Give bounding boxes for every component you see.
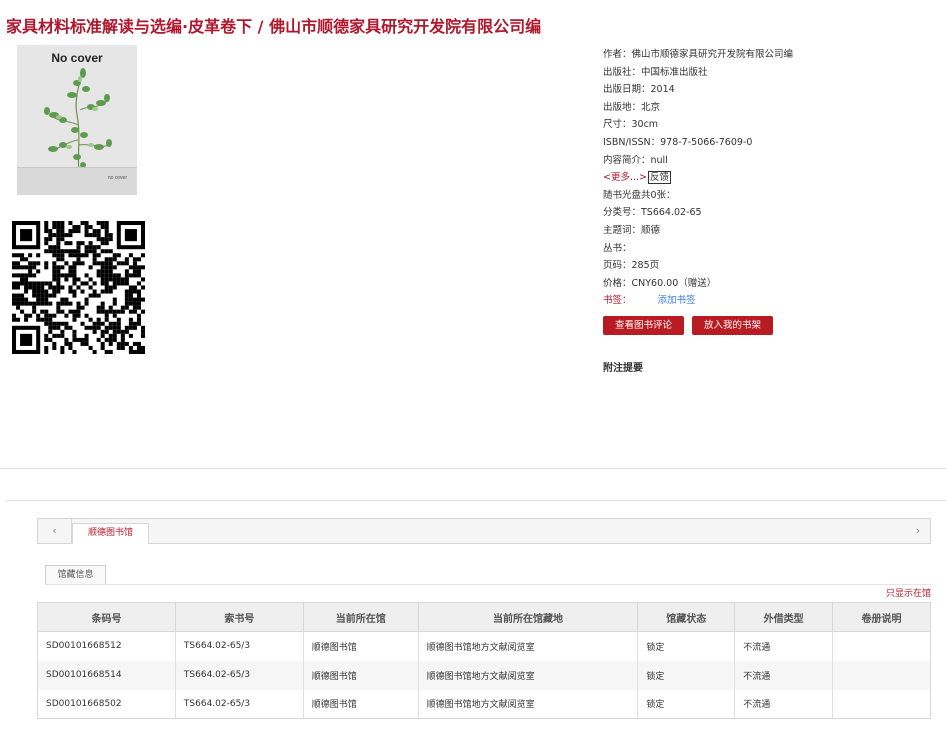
- location-cell: 顺德图书馆地方文献阅览室: [418, 689, 639, 719]
- tab-holdings-info[interactable]: 馆藏信息: [45, 565, 106, 585]
- add-bookmark-link[interactable]: 添加书签: [658, 295, 696, 306]
- status-cell: 锁定: [637, 631, 736, 661]
- barcode-cell: SD00101668502: [37, 689, 176, 719]
- add-to-shelf-button[interactable]: 放入我的书架: [692, 316, 773, 335]
- call-number-cell: TS664.02-65/3: [175, 660, 304, 690]
- location-cell: 顺德图书馆地方文献阅览室: [418, 660, 639, 690]
- meta-series: 丛书：: [603, 242, 632, 254]
- column-header: 卷册说明: [832, 602, 931, 632]
- cover-band: [17, 167, 137, 195]
- meta-more-row: <更多...> 反馈: [603, 169, 943, 187]
- divider: [6, 500, 946, 501]
- status-cell: 锁定: [637, 689, 736, 719]
- column-header: 当前所在馆: [302, 602, 419, 632]
- meta-disc: 随书光盘共0张：: [603, 189, 676, 201]
- tab-scroll-left-icon[interactable]: ‹: [38, 519, 72, 543]
- volume-note-cell: [832, 689, 931, 719]
- meta-publisher: 出版社：中国标准出版社: [603, 66, 708, 78]
- meta-class-no: 分类号：TS664.02-65: [603, 207, 702, 219]
- loan-type-cell: 不流通: [734, 631, 834, 661]
- volume-note-cell: [832, 631, 931, 661]
- library-tab-bar: ‹ 顺德图书馆 ›: [37, 518, 931, 544]
- view-reviews-button[interactable]: 查看图书评论: [603, 316, 684, 335]
- holdings-panel: 馆藏信息 只显示在馆 条码号 索书号 当前所在馆 当前所在馆藏地 馆藏状态 外借…: [37, 544, 931, 729]
- meta-isbn: ISBN/ISSN：978-7-5066-7609-0: [603, 136, 753, 148]
- status-cell: 锁定: [637, 660, 736, 690]
- call-number-cell: TS664.02-65/3: [175, 631, 304, 661]
- meta-price: 价格：CNY60.00（赠送）: [603, 277, 717, 289]
- table-row: SD00101668502 TS664.02-65/3 顺德图书馆 顺德图书馆地…: [37, 689, 931, 719]
- table-header-row: 条码号 索书号 当前所在馆 当前所在馆藏地 馆藏状态 外借类型 卷册说明: [37, 602, 931, 632]
- divider: [45, 584, 931, 585]
- loan-type-cell: 不流通: [734, 689, 834, 719]
- meta-author: 作者：佛山市顺德家具研究开发院有限公司编: [603, 49, 794, 60]
- meta-bookmark-row: 书签： 添加书签: [603, 292, 943, 310]
- cover-bottom-text: no cover: [107, 175, 127, 181]
- table-row: SD00101668512 TS664.02-65/3 顺德图书馆 顺德图书馆地…: [37, 631, 931, 661]
- column-header: 馆藏状态: [637, 602, 736, 632]
- column-header: 外借类型: [734, 602, 834, 632]
- column-header: 索书号: [174, 602, 304, 632]
- library-cell: 顺德图书馆: [303, 660, 419, 690]
- meta-summary: 内容简介：null: [603, 154, 668, 166]
- meta-pages: 页码：285页: [603, 260, 660, 272]
- column-header: 条码号: [37, 602, 176, 632]
- barcode-cell: SD00101668512: [37, 631, 176, 661]
- meta-pub-place: 出版地：北京: [603, 101, 661, 113]
- book-title: 家具材料标准解读与选编·皮革卷下 / 佛山市顺德家具研究开发院有限公司编: [6, 17, 542, 36]
- divider: [0, 468, 946, 469]
- bookmark-label: 书签：: [603, 295, 632, 307]
- cover-top-text: No cover: [51, 51, 103, 65]
- plant-illustration-icon: [44, 68, 112, 174]
- feedback-button[interactable]: 反馈: [647, 171, 671, 185]
- book-cover-image: No cover no cover: [17, 45, 137, 195]
- meta-size: 尺寸：30cm: [603, 119, 659, 131]
- table-row: SD00101668514 TS664.02-65/3 顺德图书馆 顺德图书馆地…: [37, 660, 931, 690]
- more-link[interactable]: <更多...>: [603, 172, 647, 183]
- library-cell: 顺德图书馆: [303, 689, 419, 719]
- holdings-table: 条码号 索书号 当前所在馆 当前所在馆藏地 馆藏状态 外借类型 卷册说明 SD0…: [37, 602, 931, 719]
- call-number-cell: TS664.02-65/3: [175, 689, 304, 719]
- barcode-cell: SD00101668514: [37, 660, 176, 690]
- library-cell: 顺德图书馆: [303, 631, 419, 661]
- meta-subject: 主题词：顺德: [603, 224, 661, 236]
- meta-pub-date: 出版日期：2014: [603, 84, 675, 96]
- qr-code-icon: [12, 221, 145, 354]
- tab-scroll-right-icon[interactable]: ›: [906, 519, 930, 543]
- loan-type-cell: 不流通: [734, 660, 834, 690]
- book-metadata: 作者：佛山市顺德家具研究开发院有限公司编 出版社：中国标准出版社 出版日期：20…: [603, 46, 943, 310]
- location-cell: 顺德图书馆地方文献阅览室: [418, 631, 639, 661]
- volume-note-cell: [832, 660, 931, 690]
- only-available-link[interactable]: 只显示在馆: [886, 586, 931, 599]
- notes-heading: 附注提要: [603, 363, 643, 374]
- column-header: 当前所在馆藏地: [417, 602, 639, 632]
- tab-shunde-library[interactable]: 顺德图书馆: [72, 523, 149, 544]
